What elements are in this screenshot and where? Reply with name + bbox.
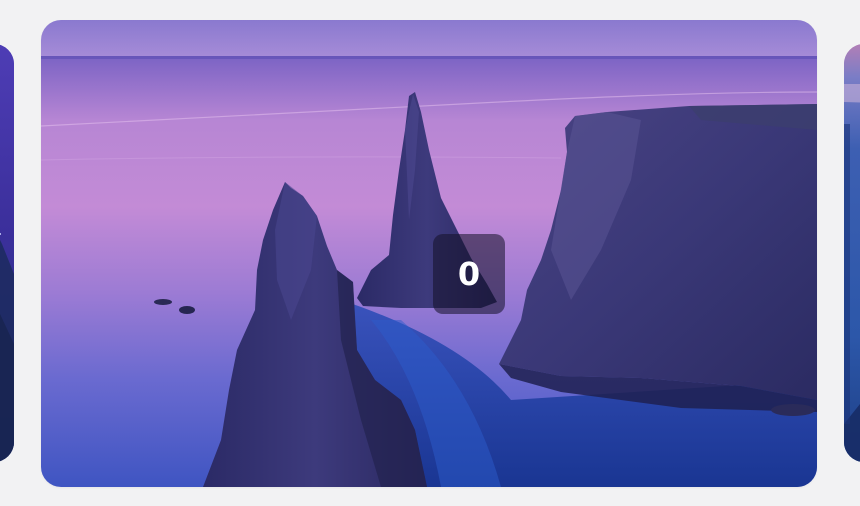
slide-counter: 0 xyxy=(433,234,505,314)
next-slide-card[interactable] xyxy=(844,44,860,462)
next-slide-image xyxy=(844,44,860,462)
carousel: 0 xyxy=(0,0,860,506)
previous-slide-card[interactable] xyxy=(0,44,14,462)
sea-stacks-image xyxy=(41,20,817,487)
previous-slide-image xyxy=(0,44,14,462)
current-slide-card[interactable]: 0 xyxy=(41,20,817,487)
